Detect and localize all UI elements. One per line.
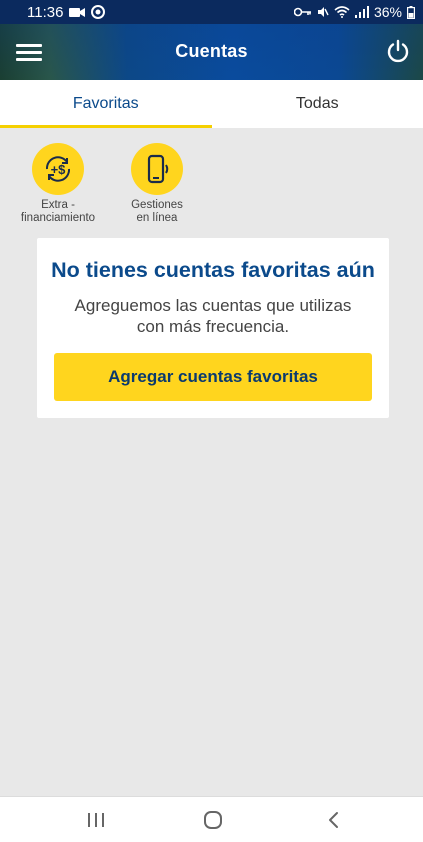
- power-icon[interactable]: [385, 38, 411, 64]
- empty-state-line1: Agreguemos las cuentas que utilizas: [74, 296, 352, 315]
- status-time: 11:36: [27, 3, 64, 21]
- recent-apps-icon[interactable]: [84, 809, 108, 831]
- back-icon[interactable]: [322, 809, 346, 831]
- app-header: Cuentas: [0, 24, 423, 80]
- signal-icon: [354, 6, 369, 18]
- phone-signal-icon: [131, 143, 183, 195]
- home-icon[interactable]: [201, 809, 225, 831]
- add-favorite-accounts-button[interactable]: Agregar cuentas favoritas: [54, 353, 372, 401]
- battery-percentage: 36%: [373, 4, 402, 20]
- money-refresh-icon: +$: [32, 143, 84, 195]
- key-icon: [293, 7, 312, 17]
- video-icon: [69, 7, 86, 18]
- shortcut-label-line2: en línea: [136, 212, 178, 224]
- notification-icon: [91, 5, 106, 19]
- mute-icon: [317, 6, 329, 18]
- shortcuts-row: +$ Extra - financiamiento Gestiones en l…: [0, 140, 423, 230]
- system-navigation-bar: [0, 796, 423, 842]
- shortcut-label-line2: financiamiento: [20, 212, 96, 224]
- status-bar: 11:36 36%: [0, 0, 423, 24]
- shortcut-label-line1: Extra -: [41, 199, 75, 211]
- empty-state-line2: con más frecuencia.: [136, 317, 290, 336]
- page-title: Cuentas: [175, 41, 248, 61]
- svg-text:+$: +$: [51, 162, 67, 177]
- tab-favoritas[interactable]: Favoritas: [0, 80, 212, 128]
- shortcut-extrafinanciamiento[interactable]: +$ Extra - financiamiento: [13, 140, 103, 225]
- empty-favorites-card: No tienes cuentas favoritas aún Agreguem…: [37, 238, 389, 418]
- wifi-icon: [334, 6, 350, 18]
- empty-state-message: Agreguemos las cuentas que utilizas con …: [57, 295, 369, 337]
- account-tabs: Favoritas Todas: [0, 80, 423, 128]
- empty-state-title: No tienes cuentas favoritas aún: [51, 258, 375, 282]
- shortcut-label-line1: Gestiones: [131, 199, 183, 211]
- battery-icon: [407, 5, 415, 19]
- tab-todas[interactable]: Todas: [212, 80, 423, 128]
- shortcut-gestiones-en-linea[interactable]: Gestiones en línea: [112, 140, 202, 225]
